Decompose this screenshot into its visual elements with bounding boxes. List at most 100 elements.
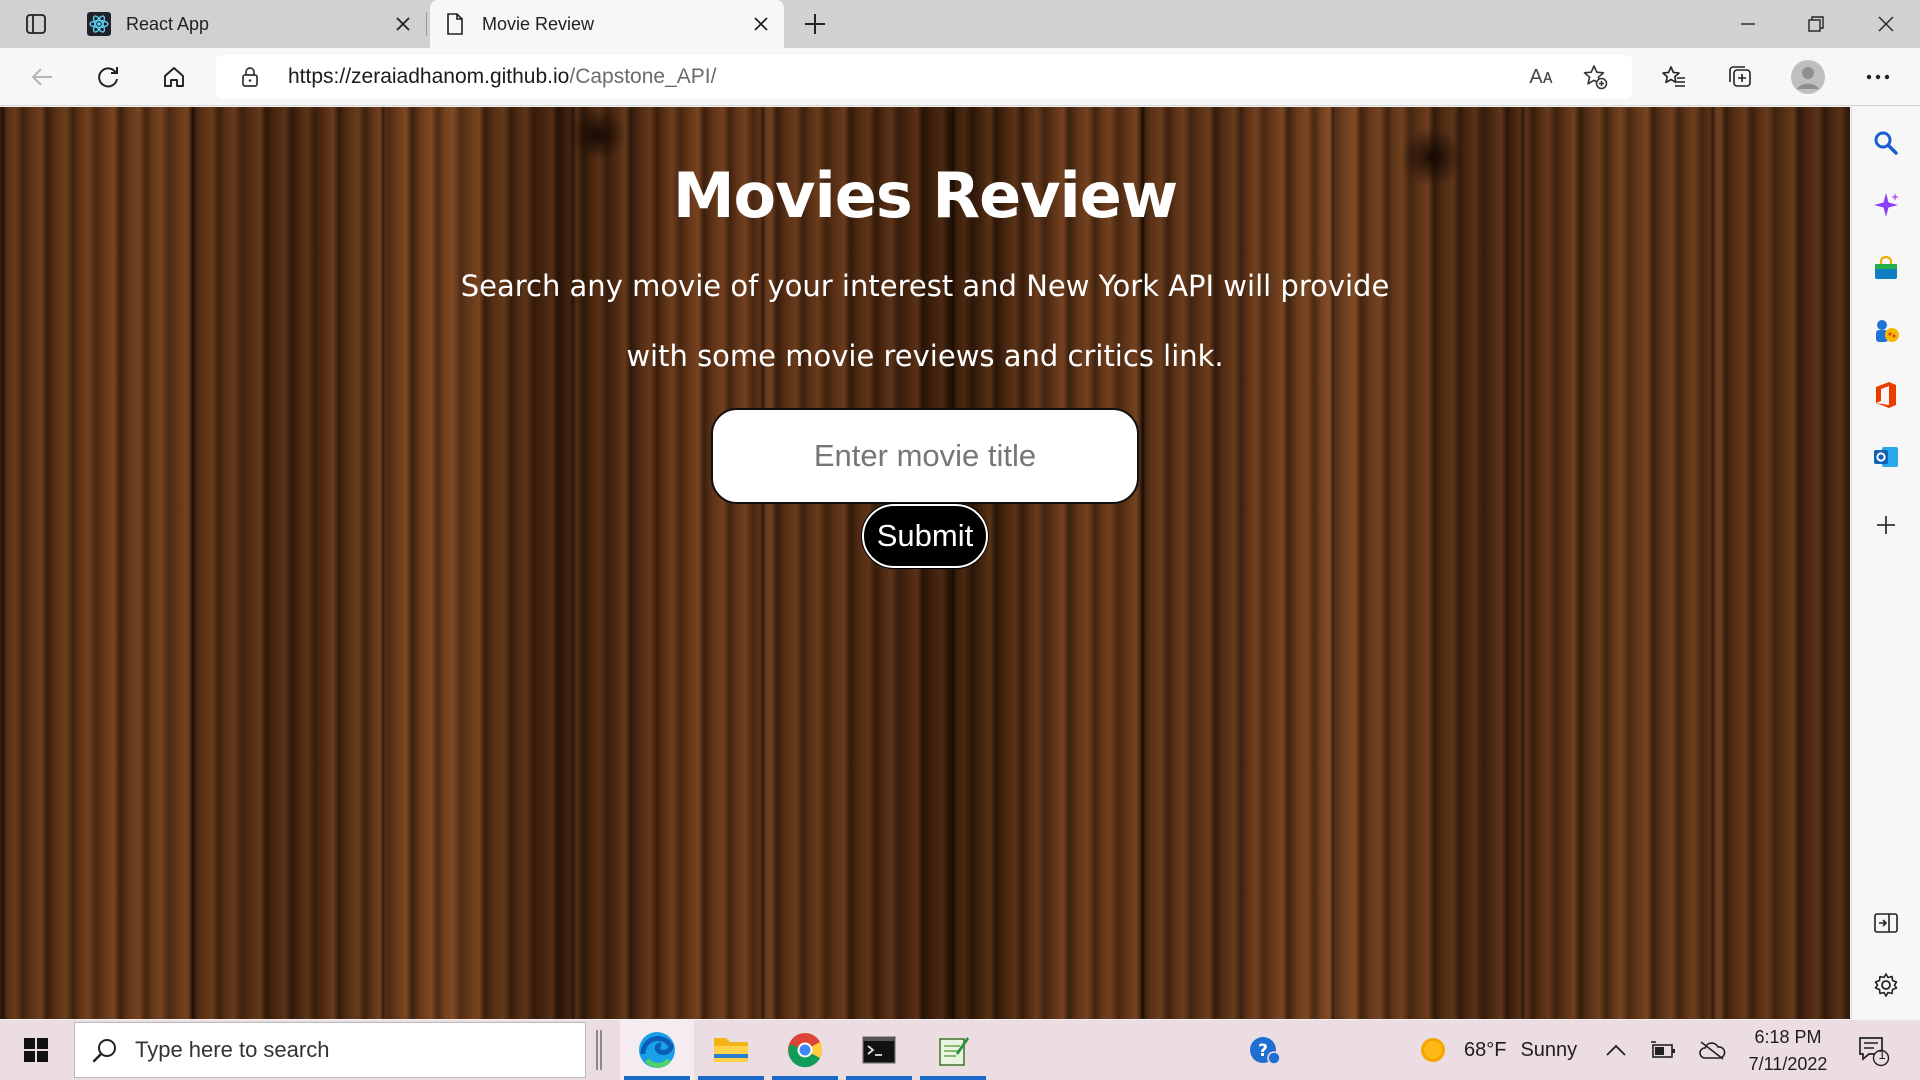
weather-temp: 68°F <box>1464 1038 1507 1061</box>
url-path: /Capstone_API/ <box>569 65 717 88</box>
new-tab-button[interactable] <box>798 8 832 40</box>
taskbar-search-box[interactable]: Type here to search <box>74 1022 586 1078</box>
close-icon <box>1878 16 1894 32</box>
edge-icon <box>639 1032 675 1068</box>
react-icon <box>86 11 112 37</box>
notification-center-button[interactable]: 1 <box>1856 1020 1890 1080</box>
sidebar-office-button[interactable] <box>1866 375 1906 415</box>
hide-sidebar-icon <box>1874 913 1898 933</box>
page-icon <box>442 11 468 37</box>
file-explorer-icon <box>714 1038 748 1062</box>
profile-button[interactable] <box>1788 57 1828 97</box>
weather-widget[interactable]: 68°F Sunny <box>1418 1020 1577 1080</box>
help-icon: ? <box>1250 1037 1281 1065</box>
add-icon <box>1877 516 1895 534</box>
page-description-line2: with some movie reviews and critics link… <box>626 339 1224 373</box>
tab-separator <box>426 12 427 36</box>
search-icon <box>1874 131 1898 155</box>
close-tab-icon[interactable] <box>388 9 418 39</box>
page-description-line1: Search any movie of your interest and Ne… <box>460 269 1390 303</box>
outlook-icon <box>1874 447 1898 467</box>
terminal-icon <box>862 1036 896 1064</box>
url-host: https://zeraiadhanom.github.io <box>288 65 570 88</box>
home-icon <box>164 67 184 87</box>
chrome-icon <box>788 1033 822 1068</box>
more-icon <box>1866 74 1890 80</box>
battery-icon <box>1651 1041 1675 1058</box>
refresh-icon <box>98 67 118 88</box>
tab-title: React App <box>126 13 210 34</box>
home-button[interactable] <box>154 57 194 97</box>
tab-react-app[interactable]: React App <box>74 0 426 48</box>
collections-button[interactable] <box>1720 57 1760 97</box>
avatar-icon <box>1791 60 1825 94</box>
movie-title-input[interactable] <box>711 408 1139 504</box>
notification-count: 1 <box>1878 1047 1886 1062</box>
windows-logo-icon <box>24 1038 48 1062</box>
taskbar-notepad[interactable] <box>916 1020 990 1080</box>
taskbar-edge[interactable] <box>620 1020 694 1080</box>
tab-movie-review[interactable]: Movie Review <box>430 0 784 48</box>
tab-title: Movie Review <box>482 13 595 34</box>
search-icon <box>75 1037 135 1063</box>
weather-condition: Sunny <box>1520 1038 1578 1061</box>
tab-actions-button[interactable] <box>14 8 58 40</box>
chevron-up-icon <box>1606 1044 1626 1056</box>
restore-button[interactable] <box>1782 0 1850 48</box>
favorites-button[interactable] <box>1654 57 1694 97</box>
back-arrow-icon <box>31 68 52 86</box>
sidebar-copilot-button[interactable] <box>1866 185 1906 225</box>
edge-sidebar <box>1851 107 1920 1019</box>
read-aloud-icon[interactable]: Aᴀ <box>1526 63 1556 91</box>
close-tab-icon[interactable] <box>746 9 776 39</box>
sidebar-shopping-button[interactable] <box>1866 249 1906 289</box>
close-window-button[interactable] <box>1852 0 1920 48</box>
help-tray-item[interactable]: ? <box>1248 1020 1282 1080</box>
wood-background: Movies Review Search any movie of your i… <box>0 107 1850 1019</box>
settings-icon <box>1874 973 1898 997</box>
refresh-button[interactable] <box>88 57 128 97</box>
address-bar[interactable]: https://zeraiadhanom.github.io/Capstone_… <box>216 55 1632 99</box>
url-text[interactable]: https://zeraiadhanom.github.io/Capstone_… <box>288 65 716 89</box>
show-hidden-icons-button[interactable] <box>1606 1020 1626 1080</box>
page-title: Movies Review <box>672 159 1178 232</box>
browser-toolbar: https://zeraiadhanom.github.io/Capstone_… <box>0 48 1920 106</box>
plus-icon <box>805 14 825 34</box>
shopping-icon <box>1875 255 1897 279</box>
copilot-icon <box>1874 193 1899 217</box>
network-tray-item[interactable] <box>1698 1020 1726 1080</box>
taskbar-clock[interactable]: 6:18 PM 7/11/2022 <box>1738 1024 1838 1078</box>
page-viewport: Movies Review Search any movie of your i… <box>0 107 1850 1019</box>
more-menu-button[interactable] <box>1858 57 1898 97</box>
sidebar-games-button[interactable] <box>1866 311 1906 351</box>
back-button[interactable] <box>22 57 62 97</box>
tab-strip: React App Movie Review <box>0 0 1920 48</box>
taskbar-divider <box>596 1030 602 1070</box>
clock-date: 7/11/2022 <box>1748 1054 1828 1074</box>
hide-sidebar-button[interactable] <box>1866 903 1906 943</box>
taskbar-file-explorer[interactable] <box>694 1020 768 1080</box>
add-favorite-icon[interactable] <box>1580 63 1610 91</box>
sun-icon <box>1421 1038 1445 1062</box>
office-icon <box>1876 382 1896 408</box>
notepad-icon <box>939 1037 969 1066</box>
tab-actions-icon <box>26 14 46 34</box>
collections-icon <box>1729 66 1751 87</box>
windows-taskbar: Type here to search ? 68°F Sunny 6:18 PM… <box>0 1020 1920 1080</box>
lock-icon[interactable] <box>238 65 262 89</box>
cloud-offline-icon <box>1699 1041 1726 1060</box>
minimize-icon <box>1741 23 1755 25</box>
minimize-button[interactable] <box>1714 0 1782 48</box>
sidebar-add-button[interactable] <box>1866 505 1906 545</box>
svg-text:?: ? <box>1258 1041 1268 1061</box>
start-button[interactable] <box>12 1030 60 1070</box>
battery-tray-item[interactable] <box>1650 1020 1676 1080</box>
restore-icon <box>1808 16 1824 32</box>
taskbar-terminal[interactable] <box>842 1020 916 1080</box>
submit-button[interactable]: Submit <box>862 504 988 568</box>
sidebar-search-button[interactable] <box>1866 123 1906 163</box>
favorites-icon <box>1662 66 1685 87</box>
sidebar-settings-button[interactable] <box>1866 965 1906 1005</box>
sidebar-outlook-button[interactable] <box>1866 437 1906 477</box>
taskbar-chrome[interactable] <box>768 1020 842 1080</box>
